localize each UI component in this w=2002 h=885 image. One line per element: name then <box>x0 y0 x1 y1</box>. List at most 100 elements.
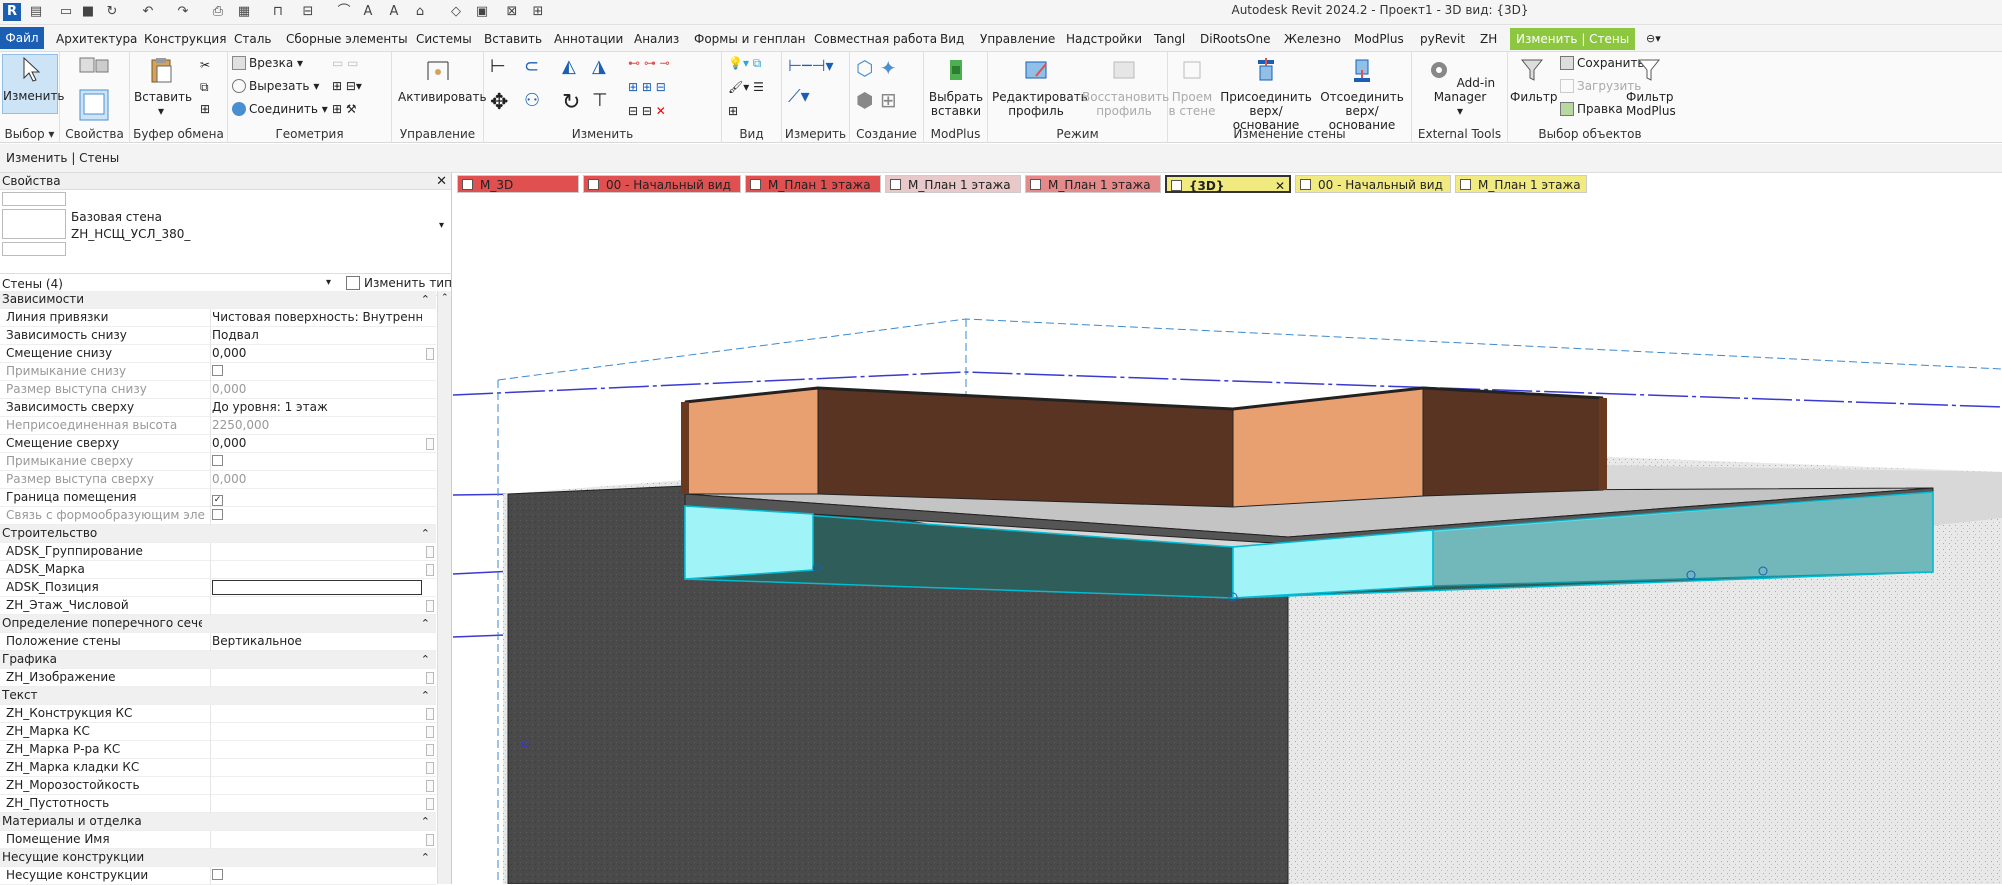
property-value[interactable]: 2250,000 <box>212 417 422 434</box>
activate-button[interactable]: Активировать <box>398 56 487 104</box>
tab-manage[interactable]: Управление <box>980 28 1055 50</box>
tab-pyrevit[interactable]: pyRevit <box>1420 28 1465 50</box>
view-tab[interactable]: М_План 1 этажа <box>885 175 1021 193</box>
property-row[interactable]: Зависимость снизу Подвал <box>0 327 436 345</box>
browse-button[interactable] <box>426 780 434 792</box>
browse-button[interactable] <box>426 564 434 576</box>
property-row[interactable]: ZH_Изображение <box>0 669 436 687</box>
chevron-down-icon[interactable]: ▾ <box>439 220 444 231</box>
collapse-icon[interactable]: ⌃ <box>421 525 430 542</box>
browse-button[interactable] <box>426 600 434 612</box>
tab-collaborate[interactable]: Совместная работа <box>814 28 937 50</box>
type-selector[interactable]: Базовая стена ZH_НСЩ_УСЛ_380_ ▾ <box>0 190 452 274</box>
property-value[interactable]: Чистовая поверхность: Внутренняя <box>212 309 422 326</box>
property-row[interactable]: ZH_Марка кладки КС <box>0 759 436 777</box>
cope-button[interactable]: Врезка ▾ <box>232 56 303 70</box>
paste-button[interactable]: Вставить ▾ <box>134 56 192 118</box>
edit-selection-button[interactable]: Правка <box>1560 102 1623 116</box>
view-tab[interactable]: М_План 1 этажа <box>1025 175 1161 193</box>
home-icon[interactable]: ⌂ <box>412 4 428 20</box>
checkbox[interactable]: ✓ <box>212 495 223 506</box>
property-section[interactable]: Графика ⌃ <box>0 651 436 669</box>
tab-file[interactable]: Файл <box>0 27 44 49</box>
tag-icon[interactable]: ⌒ <box>336 4 352 20</box>
browse-button[interactable] <box>426 744 434 756</box>
property-value[interactable]: ✓ <box>212 489 422 506</box>
tab-architecture[interactable]: Архитектура <box>56 28 137 50</box>
property-row[interactable]: Линия привязки Чистовая поверхность: Внут… <box>0 309 436 327</box>
property-row[interactable]: Неприсоединенная высота 2250,000 <box>0 417 436 435</box>
property-row[interactable]: ADSK_Группирование <box>0 543 436 561</box>
split-icon[interactable]: ⊷ ⊶ ⊸ <box>628 56 670 70</box>
property-value[interactable]: 0,000 <box>212 471 422 488</box>
modify-button[interactable]: Изменить <box>2 54 65 114</box>
tab-insert[interactable]: Вставить <box>484 28 542 50</box>
tab-modify-walls[interactable]: Изменить | Стены <box>1510 28 1636 50</box>
browse-button[interactable] <box>426 798 434 810</box>
addin-manager-button[interactable]: Add-in Manager ▾ <box>1414 56 1506 118</box>
hide-icon[interactable]: 💡▾ ⧉ <box>728 56 761 71</box>
property-value[interactable] <box>212 507 422 524</box>
cut-geometry-button[interactable]: Вырезать ▾ <box>232 79 319 93</box>
chevron-down-icon[interactable]: ▾ <box>326 277 331 288</box>
wall-joins-icon[interactable]: ⊞ ⊟▾ <box>332 79 362 93</box>
properties-button[interactable] <box>76 54 112 124</box>
collapse-icon[interactable]: ⌃ <box>421 813 430 830</box>
align-icon[interactable]: ⊢ <box>490 56 506 77</box>
property-row[interactable]: ZH_Конструкция КС <box>0 705 436 723</box>
checkbox[interactable] <box>212 509 223 520</box>
property-row[interactable]: Размер выступа снизу 0,000 <box>0 381 436 399</box>
property-row[interactable]: Помещение Имя <box>0 831 436 849</box>
property-row[interactable]: Зависимость сверху До уровня: 1 этаж <box>0 399 436 417</box>
join-button[interactable]: Соединить ▾ <box>232 102 328 116</box>
property-row[interactable]: ZH_Марка КС <box>0 723 436 741</box>
view-tab[interactable]: 00 - Начальный вид <box>583 175 741 193</box>
property-row[interactable]: Положение стены Вертикальное <box>0 633 436 651</box>
3d-viewport[interactable] <box>453 194 2002 884</box>
browse-button[interactable] <box>426 672 434 684</box>
rotate-icon[interactable]: ↻ <box>562 90 580 115</box>
detach-top-base-button[interactable]: Отсоединить верх/основание <box>1314 56 1410 132</box>
property-value[interactable] <box>212 453 422 470</box>
view-tab[interactable]: {3D} ✕ <box>1165 175 1291 193</box>
property-section[interactable]: Текст ⌃ <box>0 687 436 705</box>
attach-top-base-button[interactable]: Присоединить верх/основание <box>1218 56 1314 132</box>
collapse-icon[interactable]: ⌃ <box>421 291 430 308</box>
trim-icon[interactable]: ⊤ <box>592 90 608 111</box>
property-row[interactable]: Размер выступа сверху 0,000 <box>0 471 436 489</box>
property-section[interactable]: Определение поперечного сечения ⌃ <box>0 615 436 633</box>
property-value[interactable]: Вертикальное <box>212 633 422 650</box>
view-tab[interactable]: M_3D <box>457 175 579 193</box>
cut-icon[interactable]: ✂ <box>200 58 210 72</box>
dimension-icon[interactable]: ⊟ <box>300 4 316 20</box>
checkbox[interactable] <box>212 365 223 376</box>
undo-icon[interactable]: ↶ <box>140 4 156 20</box>
view-tab[interactable]: 00 - Начальный вид <box>1295 175 1451 193</box>
browse-button[interactable] <box>426 348 434 360</box>
paint-icon[interactable]: ⊞ ⚒ <box>332 102 357 116</box>
property-row[interactable]: ZH_Пустотность <box>0 795 436 813</box>
property-row[interactable]: Смещение снизу 0,000 <box>0 345 436 363</box>
tab-modplus[interactable]: ModPlus <box>1354 28 1404 50</box>
browse-button[interactable] <box>426 708 434 720</box>
mirror-draw-icon[interactable]: ◮ <box>592 56 606 77</box>
tab-steel[interactable]: Сталь <box>234 28 271 50</box>
create-part-icon[interactable]: ⬡ ✦ <box>856 56 897 80</box>
copy-element-icon[interactable]: ⚇ <box>524 90 540 111</box>
property-row[interactable]: Примыкание сверху <box>0 453 436 471</box>
checkbox[interactable] <box>212 869 223 880</box>
panel-select-label[interactable]: Выбор ▾ <box>0 127 59 141</box>
tab-massing-site[interactable]: Формы и генплан <box>694 28 806 50</box>
tab-addins[interactable]: Надстройки <box>1066 28 1142 50</box>
tab-dirootsone[interactable]: DiRootsOne <box>1200 28 1270 50</box>
browse-button[interactable] <box>426 726 434 738</box>
close-icon[interactable]: ✕ <box>1275 177 1285 195</box>
array-icon[interactable]: ⊞ ⊞ ⊟ <box>628 80 666 94</box>
browse-button[interactable] <box>426 834 434 846</box>
split-face-icon[interactable]: ▭ ▭ <box>332 56 359 70</box>
property-value[interactable]: 0,000 <box>212 345 422 362</box>
tab-tangl[interactable]: Tangl <box>1154 28 1185 50</box>
model-view[interactable] <box>453 194 2002 884</box>
property-row[interactable]: ADSK_Позиция <box>0 579 436 597</box>
property-row[interactable]: ZH_Этаж_Числовой <box>0 597 436 615</box>
